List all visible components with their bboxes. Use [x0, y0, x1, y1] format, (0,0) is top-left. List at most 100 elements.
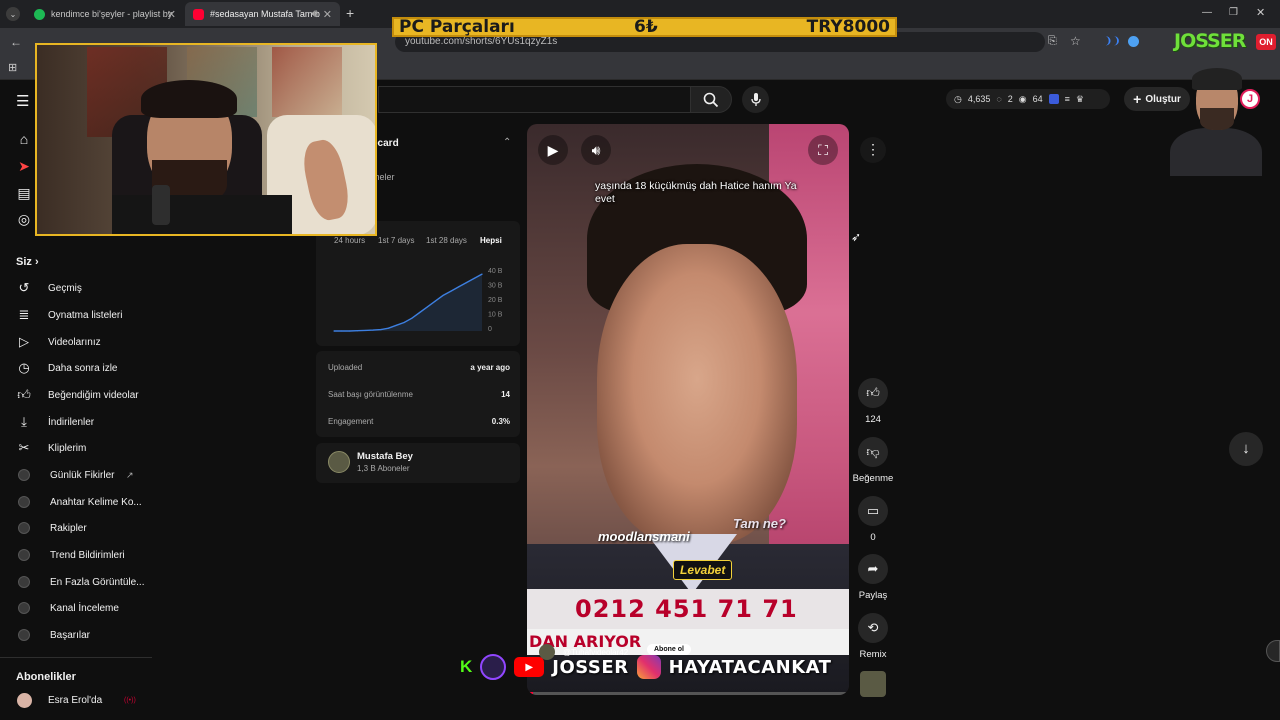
banner-count: 6₺ [634, 17, 658, 37]
tab-playlist[interactable]: kendimce bi'şeyler - playlist by ✕ [26, 2, 184, 26]
close-icon[interactable]: ✕ [167, 8, 176, 21]
instagram-handle: HAYATACANKAT [668, 656, 832, 678]
fullscreen-button[interactable]: ⛶ [808, 135, 838, 165]
shorts-icon[interactable]: ➤ [14, 156, 34, 176]
tab-24h[interactable]: 24 hours [334, 236, 365, 245]
y-tick-label: 0 [488, 326, 492, 333]
tab-list-icon[interactable]: ⌄ [6, 7, 20, 21]
share-button[interactable]: ➦ Paylaş [855, 554, 891, 601]
more-options-icon[interactable]: ⋮ [860, 137, 886, 163]
close-window-icon[interactable]: ✕ [1256, 6, 1265, 19]
scroll-handle[interactable] [1266, 640, 1280, 662]
external-link-icon: ↗ [126, 469, 134, 480]
new-tab-icon[interactable]: + [346, 5, 354, 21]
audio-icon[interactable]: 🔊︎ [311, 8, 318, 21]
logo-tag: ON [1256, 34, 1276, 50]
plus-icon: + [1133, 91, 1142, 107]
kick-icon: K [460, 657, 473, 676]
clock-icon: ◷ [18, 360, 30, 375]
sidebar-item-trend-alerts[interactable]: Trend Bildirimleri [0, 542, 150, 568]
video-face [597, 244, 797, 544]
sidebar-item-clips[interactable]: ✂ Kliplerim [0, 435, 150, 461]
you-section-title[interactable]: Siz › [16, 256, 39, 268]
extension-icon[interactable]: ❩❩ [1104, 36, 1121, 47]
next-video-button[interactable]: ↓ [1229, 432, 1263, 466]
dislike-icon: 👎︎ [858, 437, 888, 467]
subscription-item[interactable]: Esra Erol'da ((•)) [0, 687, 150, 713]
you-icon[interactable]: ◎ [14, 209, 34, 229]
like-icon: 👍︎ [17, 387, 31, 402]
live-icon: ((•)) [124, 696, 136, 704]
sidebar-item-competitors[interactable]: Rakipler [0, 515, 150, 541]
ext-icon [16, 547, 32, 563]
instagram-icon [636, 655, 661, 679]
sidebar-item-your-videos[interactable]: ▷ Videolarınız [0, 329, 150, 355]
bookmark-star-icon[interactable]: ☆ [1070, 34, 1081, 48]
voice-search-button[interactable] [742, 86, 769, 113]
minimize-icon[interactable]: — [1202, 7, 1212, 18]
microphone [152, 185, 170, 225]
back-icon[interactable]: ← [10, 35, 22, 49]
tab-shorts[interactable]: #sedasayan Mustafa Tam b 🔊︎ ✕ [185, 2, 340, 26]
tab-title: #sedasayan Mustafa Tam b [210, 9, 320, 19]
comment-button[interactable]: ▭ 0 [855, 496, 891, 543]
chart-point [450, 290, 452, 292]
sidebar-item-history[interactable]: ↺ Geçmiş [0, 275, 150, 301]
sidebar-item-playlists[interactable]: ≣ Oynatma listeleri [0, 302, 150, 328]
tab-7d[interactable]: 1st 7 days [378, 236, 414, 245]
y-tick-label: 40 B [488, 268, 503, 275]
sidebar-item-daily-ideas[interactable]: Günlük Fikirler ↗ [0, 462, 150, 488]
sidebar-item-keyword[interactable]: Anahtar Kelime Ko... [0, 489, 150, 515]
extension-icon[interactable] [1128, 36, 1139, 47]
chart-point [364, 329, 366, 332]
progress-fill [527, 692, 534, 695]
subscriptions-icon[interactable]: ▤ [14, 183, 34, 203]
chart-point [426, 306, 429, 308]
sidebar-item-downloads[interactable]: ⤓ İndirilenler [0, 409, 150, 435]
channel-stats[interactable]: ◷ 4,635 ◌ 2 ◉ 64 ≡ ♛ [946, 89, 1110, 109]
stat-row-uploaded: Uploaded a year ago [328, 363, 510, 372]
apps-icon[interactable]: ⊞ [8, 61, 17, 74]
hair [1192, 68, 1242, 90]
audio-thumbnail[interactable] [860, 671, 886, 697]
channel-card[interactable]: Mustafa Bey 1,3 B Aboneler [316, 443, 520, 483]
install-icon[interactable]: ⎘ [1048, 35, 1057, 48]
sidebar-item-achievements[interactable]: Başarılar [0, 622, 150, 648]
chart-point [465, 282, 468, 284]
logo-brand: JOSSER [1174, 30, 1246, 52]
hair [141, 80, 237, 118]
twitch-icon [480, 654, 507, 680]
list-icon: ≡ [1064, 94, 1070, 104]
chart-point [442, 294, 444, 297]
extension-icon [1048, 94, 1059, 104]
maximize-icon[interactable]: ❐ [1229, 7, 1238, 18]
chart-point [458, 286, 460, 288]
spotify-icon [34, 8, 45, 20]
volume-button[interactable]: 🔊︎ [581, 135, 611, 165]
play-button[interactable]: ▶ [538, 135, 568, 165]
poster [272, 47, 342, 117]
close-icon[interactable]: ✕ [323, 8, 332, 21]
tab-28d[interactable]: 1st 28 days [426, 236, 467, 245]
video-icon: ▷ [19, 334, 29, 349]
shorts-video[interactable]: 0212 451 71 71 DAN ARIYOR ▶ 🔊︎ ⛶ yaşında… [527, 124, 849, 695]
remix-button[interactable]: ⟲ Remix [855, 613, 891, 660]
sidebar-item-liked[interactable]: 👍︎ Beğendiğim videolar [0, 382, 150, 408]
sidebar-item-channel-review[interactable]: Kanal İnceleme [0, 595, 150, 621]
josser-logo: JOSSER ON [1172, 30, 1276, 56]
banner-label: PC Parçaları [399, 17, 515, 37]
progress-bar[interactable] [527, 692, 849, 695]
home-icon[interactable]: ⌂ [14, 129, 34, 149]
sidebar-item-most-viewed[interactable]: En Fazla Görüntüle... [0, 569, 150, 595]
watermark: moodlansmani [598, 529, 690, 544]
menu-icon[interactable]: ☰ [16, 92, 29, 110]
tab-all[interactable]: Hepsi [480, 236, 502, 245]
stat-row-views-per-hour: Saat başı görüntülenme 14 [328, 390, 510, 399]
dislike-button[interactable]: 👎︎ Beğenme [849, 437, 897, 484]
search-button[interactable] [690, 86, 732, 113]
sidebar-item-watch-later[interactable]: ◷ Daha sonra izle [0, 355, 150, 381]
like-button[interactable]: 👍︎ 124 [855, 378, 891, 425]
ext-icon [16, 574, 32, 590]
search-input[interactable] [378, 86, 691, 113]
chevron-up-icon[interactable]: ⌃ [503, 137, 511, 148]
